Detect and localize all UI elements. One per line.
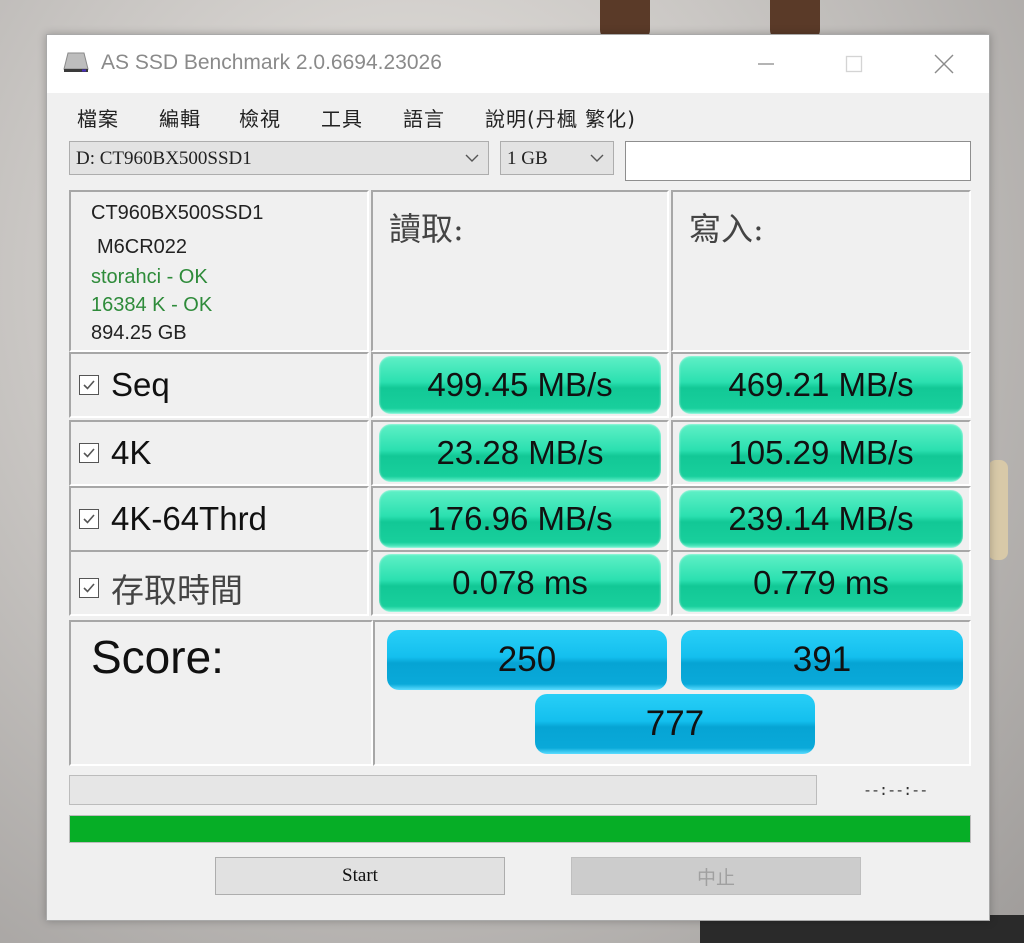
menu-view[interactable]: 檢視 xyxy=(239,103,281,132)
elapsed-time: --:--:-- xyxy=(863,781,928,799)
chevron-down-icon xyxy=(590,154,604,162)
score-label: Score: xyxy=(91,631,224,683)
result-value: 0.078 ms xyxy=(379,554,661,612)
drive-info-panel: CT960BX500SSD1 M6CR022 storahci - OK 163… xyxy=(69,190,369,352)
menu-tools[interactable]: 工具 xyxy=(321,103,363,132)
driver-status: storahci - OK xyxy=(91,266,208,288)
read-header-label: 讀取: xyxy=(389,210,464,248)
overall-progress-bar xyxy=(69,815,971,843)
maximize-button[interactable] xyxy=(829,45,879,83)
app-window: AS SSD Benchmark 2.0.6694.23026 檔案 編輯 檢視… xyxy=(46,34,990,921)
result-value: 0.779 ms xyxy=(679,554,963,612)
chevron-down-icon xyxy=(465,154,479,162)
menu-bar: 檔案 編輯 檢視 工具 語言 說明(丹楓 繁化) xyxy=(47,93,989,137)
progress-fill xyxy=(70,816,970,842)
read-score: 250 xyxy=(387,630,667,690)
seq-read-result: 499.45 MB/s xyxy=(371,352,669,418)
menu-file[interactable]: 檔案 xyxy=(77,103,119,132)
start-button[interactable]: Start xyxy=(215,857,505,895)
checkmark-icon xyxy=(83,448,95,458)
menu-language[interactable]: 語言 xyxy=(403,103,445,132)
info-textbox[interactable] xyxy=(625,141,971,181)
test-row-access-time[interactable]: 存取時間 xyxy=(69,550,369,616)
drive-select-value: D: CT960BX500SSD1 xyxy=(76,148,252,169)
drive-capacity: 894.25 GB xyxy=(91,322,187,344)
drive-select[interactable]: D: CT960BX500SSD1 xyxy=(69,141,489,175)
write-column-header: 寫入: xyxy=(671,190,971,352)
alignment-status: 16384 K - OK xyxy=(91,294,213,316)
total-score: 777 xyxy=(535,694,815,754)
test-row-4k-64thrd[interactable]: 4K-64Thrd xyxy=(69,486,369,552)
write-header-label: 寫入: xyxy=(689,210,764,248)
score-panel: 250 391 777 xyxy=(373,620,971,766)
seq-write-result: 469.21 MB/s xyxy=(671,352,971,418)
read-column-header: 讀取: xyxy=(371,190,669,352)
background-decoration xyxy=(988,460,1008,560)
test-row-4k[interactable]: 4K xyxy=(69,420,369,486)
drive-model: CT960BX500SSD1 xyxy=(91,202,264,224)
minimize-icon xyxy=(758,63,774,65)
checkmark-icon xyxy=(83,583,95,593)
test-progress-bar xyxy=(69,775,817,805)
result-value: 469.21 MB/s xyxy=(679,356,963,414)
maximize-icon xyxy=(845,55,863,73)
close-icon xyxy=(934,54,954,74)
checkmark-icon xyxy=(83,380,95,390)
result-value: 23.28 MB/s xyxy=(379,424,661,482)
result-value: 239.14 MB/s xyxy=(679,490,963,548)
test-label: Seq xyxy=(111,366,170,403)
close-button[interactable] xyxy=(919,45,969,83)
test-size-value: 1 GB xyxy=(507,148,548,169)
title-bar[interactable]: AS SSD Benchmark 2.0.6694.23026 xyxy=(47,35,989,93)
test-row-seq[interactable]: Seq xyxy=(69,352,369,418)
stop-button[interactable]: 中止 xyxy=(571,857,861,895)
access-time-write-result: 0.779 ms xyxy=(671,550,971,616)
result-value: 499.45 MB/s xyxy=(379,356,661,414)
result-value: 105.29 MB/s xyxy=(679,424,963,482)
test-label: 4K-64Thrd xyxy=(111,500,267,537)
window-title: AS SSD Benchmark 2.0.6694.23026 xyxy=(101,51,442,74)
test-label: 存取時間 xyxy=(111,571,243,610)
test-label: 4K xyxy=(111,434,152,471)
4k-read-result: 23.28 MB/s xyxy=(371,420,669,486)
drive-firmware: M6CR022 xyxy=(97,236,188,258)
drive-icon xyxy=(63,52,89,72)
access-time-read-result: 0.078 ms xyxy=(371,550,669,616)
menu-help[interactable]: 說明(丹楓 繁化) xyxy=(485,103,636,132)
4k-64thrd-write-result: 239.14 MB/s xyxy=(671,486,971,552)
access-time-checkbox[interactable] xyxy=(79,578,99,598)
result-value: 176.96 MB/s xyxy=(379,490,661,548)
checkmark-icon xyxy=(83,514,95,524)
score-label-panel: Score: xyxy=(69,620,373,766)
4k-64thrd-checkbox[interactable] xyxy=(79,509,99,529)
4k-64thrd-read-result: 176.96 MB/s xyxy=(371,486,669,552)
write-score: 391 xyxy=(681,630,963,690)
4k-checkbox[interactable] xyxy=(79,443,99,463)
4k-write-result: 105.29 MB/s xyxy=(671,420,971,486)
menu-edit[interactable]: 編輯 xyxy=(159,103,201,132)
minimize-button[interactable] xyxy=(741,45,791,83)
test-size-select[interactable]: 1 GB xyxy=(500,141,614,175)
seq-checkbox[interactable] xyxy=(79,375,99,395)
